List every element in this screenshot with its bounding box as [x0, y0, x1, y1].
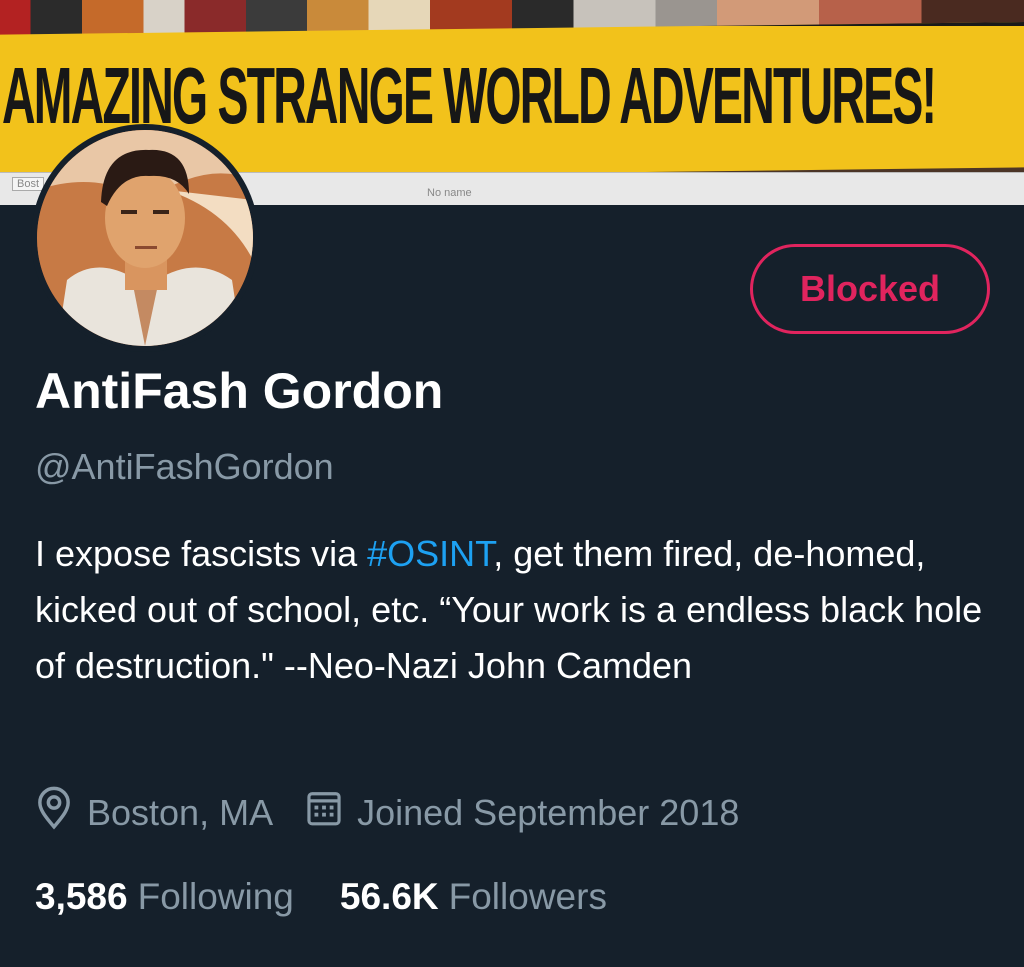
- banner-scrap-text: Bost: [12, 177, 45, 191]
- hashtag-link[interactable]: #OSINT: [367, 533, 493, 574]
- following-count: 3,586: [35, 876, 128, 917]
- banner-title: AMAZING STRANGE WORLD ADVENTURES!: [2, 51, 937, 140]
- location-text: Boston, MA: [87, 791, 274, 833]
- blocked-button[interactable]: Blocked: [750, 244, 990, 334]
- join-date: Joined September 2018: [305, 788, 739, 837]
- display-name: AntiFash Gordon: [35, 363, 444, 419]
- location: Boston, MA: [35, 786, 273, 839]
- user-handle: @AntiFashGordon: [35, 446, 334, 487]
- followers-label: Followers: [448, 876, 607, 917]
- profile-meta: Boston, MA Joined September 2018: [35, 786, 771, 839]
- avatar-portrait: [37, 130, 253, 346]
- banner-scrap-caption: No name: [427, 187, 472, 199]
- followers-link[interactable]: 56.6K Followers: [340, 876, 607, 918]
- joined-text: Joined September 2018: [357, 791, 740, 833]
- location-pin-icon: [35, 786, 87, 839]
- following-label: Following: [137, 876, 294, 917]
- profile-stats: 3,586 Following 56.6K Followers: [35, 876, 653, 918]
- avatar[interactable]: [31, 124, 259, 352]
- followers-count: 56.6K: [339, 876, 439, 917]
- calendar-icon: [305, 788, 357, 837]
- bio-text: I expose fascists via: [35, 533, 368, 574]
- profile-bio: I expose fascists via #OSINT, get them f…: [35, 526, 995, 694]
- following-link[interactable]: 3,586 Following: [35, 876, 294, 918]
